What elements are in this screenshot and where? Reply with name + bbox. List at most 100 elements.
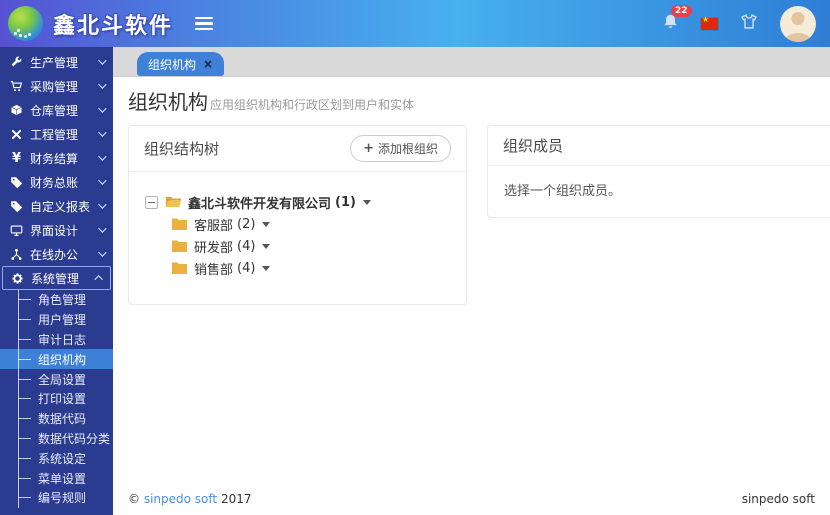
sidebar-item-purchasing[interactable]: 采购管理 [0,74,113,98]
footer-brand-right: sinpedo soft [741,492,815,506]
tree-node-count: (4) [237,238,256,254]
page-subtitle: 应用组织机构和行政区划到用户和实体 [210,98,415,112]
subitem-label: 数据代码 [38,412,87,427]
org-members-title: 组织成员 [503,137,564,155]
chevron-down-icon [98,128,107,137]
sidebar-item-label: 在线办公 [30,247,79,262]
tab-close-icon[interactable]: × [203,58,213,70]
sidebar-item-ledger[interactable]: 财务总账 [0,170,113,194]
chevron-down-icon [98,200,107,209]
node-menu-caret-icon[interactable] [262,221,271,227]
cart-icon [9,79,24,94]
tree-node-count: (1) [335,194,356,210]
sidebar-item-online-office[interactable]: 在线办公 [0,242,113,266]
subitem-label: 审计日志 [38,332,87,347]
sidebar-item-label: 财务总账 [30,175,79,190]
org-members-empty-text: 选择一个组织成员。 [504,184,622,199]
brand-title: 鑫北斗软件 [53,13,174,39]
sidebar-item-engineering[interactable]: 工程管理 [0,122,113,146]
sidebar-subitem-print-settings[interactable]: 打印设置 [0,389,113,409]
sidebar-item-warehouse[interactable]: 仓库管理 [0,98,113,122]
sidebar-subitem-organization[interactable]: 组织机构 [0,349,113,370]
sidebar-subitem-system-settings[interactable]: 系统设定 [0,448,113,468]
sidebar-subitem-menu-settings[interactable]: 菜单设置 [0,468,113,488]
sidebar-subitem-numbering-rules[interactable]: 编号规则 [0,488,113,508]
tab-organization[interactable]: 组织机构 × [137,52,225,76]
tree-child-node[interactable]: 销售部 (4) [145,258,452,278]
tree-child-node[interactable]: 研发部 (4) [145,236,452,256]
plus-icon: + [363,141,374,156]
chevron-down-icon [98,56,107,65]
tree-node-name: 销售部 [194,262,234,278]
chevron-down-icon [98,80,107,89]
notifications-button[interactable]: 22 [662,5,692,34]
wrench-icon [9,55,24,70]
language-flag-icon[interactable]: ★ [701,15,718,30]
node-menu-caret-icon[interactable] [362,199,371,205]
sidebar-item-label: 生产管理 [30,55,79,70]
tag-icon [9,175,24,190]
tree-node-name: 客服部 [194,218,234,234]
node-menu-caret-icon[interactable] [262,243,271,249]
org-members-panel: 组织成员 选择一个组织成员。 [487,125,830,218]
footer: © sinpedo soft 2017 sinpedo soft [113,492,830,515]
subitem-label: 全局设置 [38,372,87,387]
system-submenu: 角色管理 用户管理 审计日志 组织机构 全局设置 打印设置 数据代码 数据代码分… [0,290,113,508]
sidebar-item-label: 系统管理 [31,271,80,286]
collapse-toggle-icon[interactable] [145,195,158,209]
hamburger-menu-icon[interactable] [195,16,214,31]
sidebar-item-production[interactable]: 生产管理 [0,50,113,74]
chevron-down-icon [98,224,107,233]
tag-icon [9,199,24,214]
sidebar-subitem-data-code-categories[interactable]: 数据代码分类 [0,429,113,449]
theme-shirt-icon[interactable] [740,13,758,34]
subitem-label: 用户管理 [38,313,87,328]
org-tree: 鑫北斗软件开发有限公司 (1) 客服部 (2) 研发部 (4) 销售部 (4) [129,172,466,304]
folder-icon [171,261,188,275]
tools-icon [9,127,24,142]
sitemap-icon [9,247,24,262]
bell-icon [662,14,679,34]
top-header: 鑫北斗软件 22 ★ [0,0,830,47]
add-root-org-label: 添加根组织 [377,142,438,156]
gear-icon [10,271,25,286]
sidebar-item-system[interactable]: 系统管理 [2,266,111,290]
footer-brand-link[interactable]: sinpedo soft [144,492,217,506]
tree-root-node[interactable]: 鑫北斗软件开发有限公司 (1) [145,192,452,212]
folder-icon [171,239,188,253]
subitem-label: 角色管理 [38,293,87,308]
sidebar-item-label: 采购管理 [30,79,79,94]
chevron-down-icon [98,152,107,161]
node-menu-caret-icon[interactable] [262,265,271,271]
sidebar-subitem-roles[interactable]: 角色管理 [0,290,113,310]
chevron-down-icon [98,104,107,113]
chevron-down-icon [98,176,107,185]
sidebar-subitem-global-settings[interactable]: 全局设置 [0,369,113,389]
org-tree-title: 组织结构树 [144,140,220,158]
subitem-label: 菜单设置 [38,471,87,486]
main-content: 组织机构 × 组织机构 应用组织机构和行政区划到用户和实体 组织结构树 + 添加… [113,47,830,515]
chevron-up-icon [94,275,103,284]
sidebar-item-label: 财务结算 [30,151,79,166]
org-tree-panel: 组织结构树 + 添加根组织 鑫北斗软件开发有限公司 (1) 客服部 (2) 研发… [128,125,467,305]
add-root-org-button[interactable]: + 添加根组织 [350,135,451,162]
sidebar-subitem-data-codes[interactable]: 数据代码 [0,409,113,429]
page-title: 组织机构 [128,90,208,114]
desktop-icon [9,223,24,238]
sidebar-item-label: 仓库管理 [30,103,79,118]
sidebar-item-settlement[interactable]: ¥ 财务结算 [0,146,113,170]
user-avatar[interactable] [780,5,816,42]
sidebar-nav: 生产管理 采购管理 仓库管理 工程管理 ¥ 财务结算 财务总账 自定义报表 界面… [0,47,113,515]
tree-child-node[interactable]: 客服部 (2) [145,214,452,234]
chevron-down-icon [98,248,107,257]
sidebar-subitem-audit-log[interactable]: 审计日志 [0,330,113,350]
sidebar-subitem-users[interactable]: 用户管理 [0,310,113,330]
sidebar-item-label: 界面设计 [30,223,79,238]
footer-copyright: © sinpedo soft 2017 [128,492,251,506]
sidebar-item-ui-design[interactable]: 界面设计 [0,218,113,242]
sidebar-item-custom-reports[interactable]: 自定义报表 [0,194,113,218]
tree-node-count: (4) [237,260,256,276]
open-folder-icon [165,195,182,209]
subitem-label: 组织机构 [38,352,87,367]
folder-icon [171,217,188,231]
